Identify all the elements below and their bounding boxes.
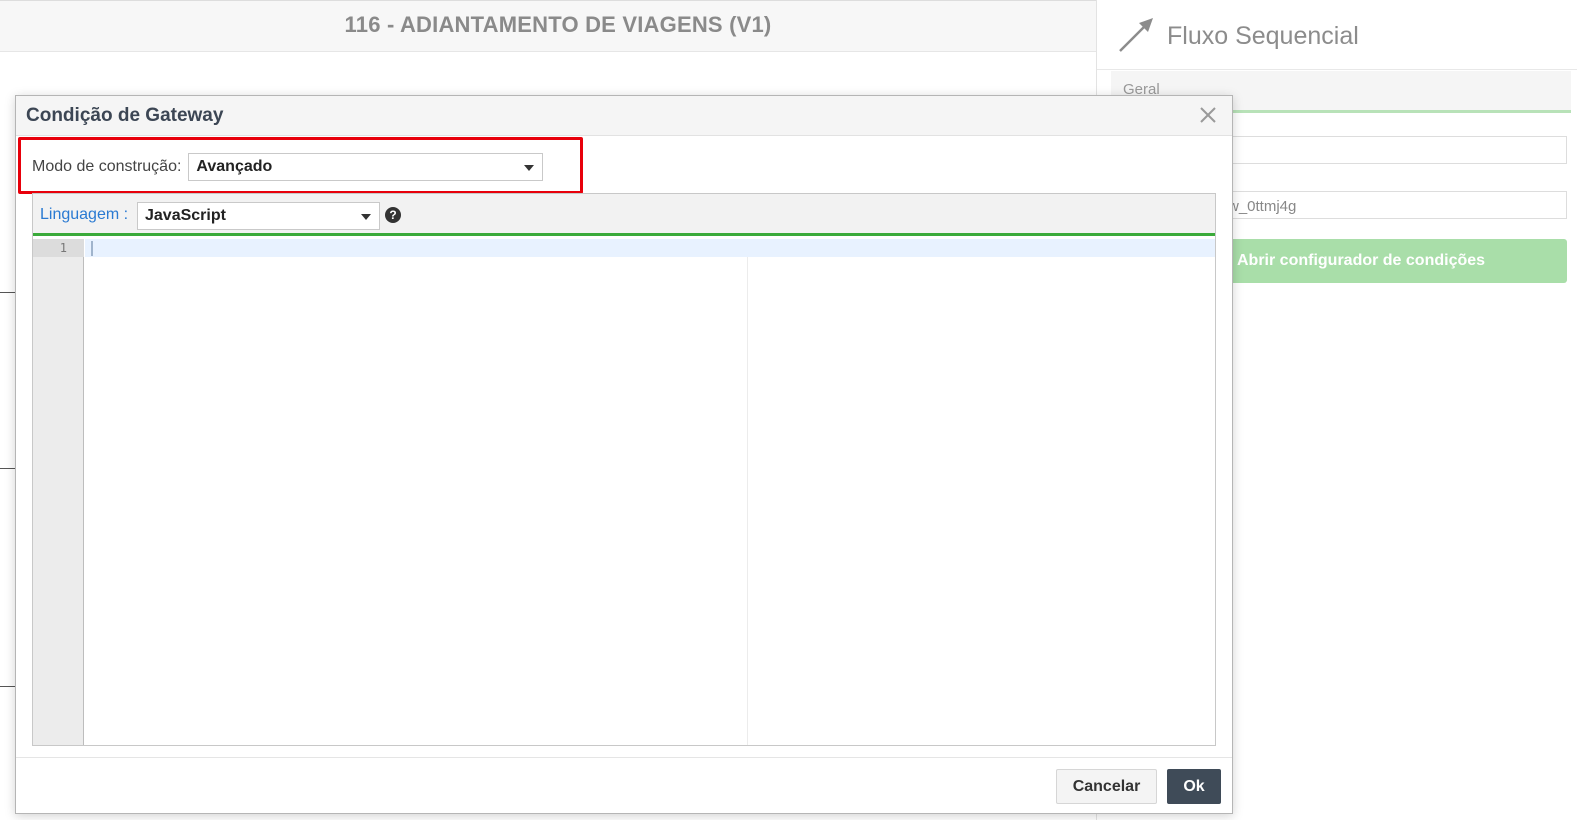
properties-title: Fluxo Sequencial: [1167, 22, 1359, 50]
dialog-header: Condição de Gateway: [16, 96, 1232, 136]
dialog-title: Condição de Gateway: [26, 105, 224, 126]
help-icon[interactable]: ?: [385, 207, 401, 223]
sequence-flow-icon: [1119, 18, 1153, 52]
open-conditions-configurator-label: Abrir configurador de condições: [1237, 252, 1486, 269]
chevron-down-icon: [361, 214, 371, 220]
properties-header: Fluxo Sequencial: [1097, 0, 1577, 70]
gateway-condition-dialog: Condição de Gateway Modo de construção: …: [15, 95, 1233, 814]
close-icon[interactable]: [1198, 105, 1218, 125]
diagram-line: [0, 468, 16, 469]
language-value: JavaScript: [145, 207, 226, 224]
build-mode-label: Modo de construção:: [32, 158, 182, 175]
active-line: [85, 239, 1215, 257]
editor-toolbar: Linguagem : JavaScript ?: [33, 194, 1215, 236]
page-title: 116 - ADIANTAMENTO DE VIAGENS (V1): [344, 12, 772, 37]
diagram-line: [0, 686, 16, 687]
id-field[interactable]: w_0ttmj4g: [1227, 191, 1567, 219]
build-mode-row: Modo de construção: Avançado: [32, 152, 544, 182]
chevron-down-icon: [524, 165, 535, 171]
build-mode-value: Avançado: [196, 158, 273, 175]
language-select[interactable]: JavaScript: [137, 202, 380, 230]
page-header: 116 - ADIANTAMENTO DE VIAGENS (V1): [0, 0, 1096, 52]
open-conditions-configurator-button[interactable]: Abrir configurador de condições: [1227, 239, 1567, 283]
build-mode-select[interactable]: Avançado: [188, 153, 544, 181]
line-number-gutter: 1: [33, 239, 84, 745]
name-field[interactable]: [1227, 136, 1567, 164]
line-number: 1: [59, 241, 67, 255]
print-margin: [747, 257, 748, 745]
diagram-line: [0, 292, 16, 293]
code-input[interactable]: [85, 239, 1215, 745]
text-cursor: [91, 241, 93, 256]
ok-button[interactable]: Ok: [1167, 769, 1221, 804]
script-editor: Linguagem : JavaScript ? 1: [32, 193, 1216, 746]
id-field-value: w_0ttmj4g: [1228, 198, 1297, 215]
dialog-footer: Cancelar Ok: [16, 757, 1232, 813]
language-label: Linguagem :: [40, 206, 129, 223]
cancel-button[interactable]: Cancelar: [1056, 769, 1157, 804]
